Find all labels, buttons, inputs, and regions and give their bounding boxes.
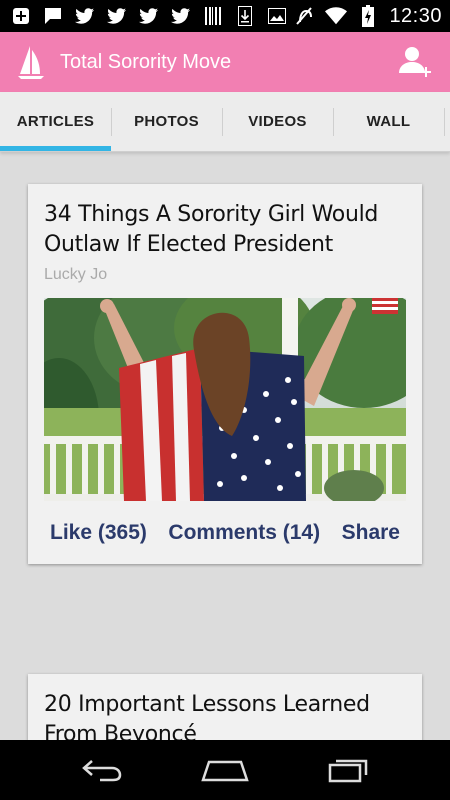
- image-icon: [266, 5, 288, 27]
- add-icon: [10, 5, 32, 27]
- notification-icons: [10, 5, 288, 27]
- chat-icon: [42, 5, 64, 27]
- app-title: Total Sorority Move: [60, 50, 232, 73]
- recent-apps-icon[interactable]: [323, 755, 373, 785]
- article-actions: Like (365) Comments (14) Share: [44, 501, 406, 565]
- barcode-icon: [202, 5, 224, 27]
- article-author: Lucky Jo: [44, 266, 108, 283]
- tab-videos[interactable]: VIDEOS: [222, 92, 333, 151]
- twitter-icon: [74, 5, 96, 27]
- action-bar: Total Sorority Move: [0, 32, 450, 92]
- wifi-icon: [325, 5, 348, 27]
- tab-wall[interactable]: WALL: [333, 92, 444, 151]
- tab-label: ARTICLES: [16, 113, 95, 130]
- tab-articles[interactable]: ARTICLES: [0, 92, 111, 151]
- system-nav-bar: [0, 740, 450, 800]
- back-icon[interactable]: [77, 755, 127, 785]
- twitter-icon: [106, 5, 128, 27]
- like-button[interactable]: Like (365): [50, 521, 147, 545]
- home-icon[interactable]: [200, 755, 250, 785]
- status-bar: 12:30: [0, 0, 450, 32]
- twitter-icon: [138, 5, 160, 27]
- clock: 12:30: [389, 4, 442, 27]
- battery-charging-icon: [357, 5, 379, 27]
- tab-label: VIDEOS: [248, 113, 307, 130]
- twitter-icon: [170, 5, 192, 27]
- download-icon: [234, 5, 256, 27]
- tab-label: PHOTOS: [134, 113, 199, 130]
- system-icons: 12:30: [293, 5, 442, 28]
- tab-photos[interactable]: PHOTOS: [111, 92, 222, 151]
- share-button[interactable]: Share: [342, 521, 400, 545]
- add-user-icon[interactable]: [398, 44, 434, 80]
- comments-button[interactable]: Comments (14): [168, 521, 320, 545]
- tab-overflow: [444, 92, 450, 151]
- sailboat-logo-icon[interactable]: [16, 44, 46, 80]
- tab-label: WALL: [366, 113, 411, 130]
- article-card[interactable]: 34 Things A Sorority Girl Would Outlaw I…: [28, 184, 422, 564]
- tab-bar: ARTICLES PHOTOS VIDEOS WALL: [0, 92, 450, 152]
- article-title[interactable]: 34 Things A Sorority Girl Would Outlaw I…: [44, 200, 406, 260]
- mute-icon: [293, 5, 315, 27]
- app-screen: 12:30 Total Sorority Move ARTICLES PHOTO…: [0, 0, 450, 800]
- article-image[interactable]: [44, 298, 406, 501]
